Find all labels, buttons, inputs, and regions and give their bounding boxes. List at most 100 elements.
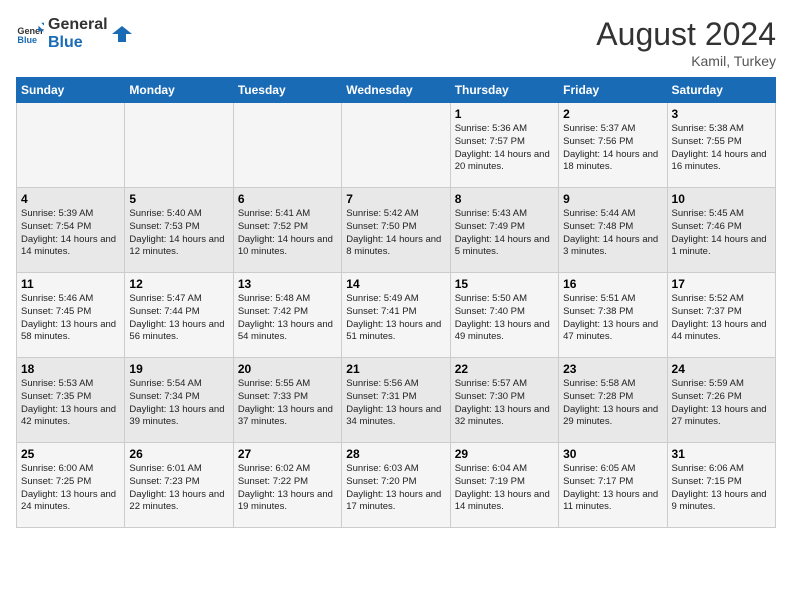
calendar-cell: 28 Sunrise: 6:03 AM Sunset: 7:20 PM Dayli… [342, 443, 450, 528]
calendar-cell [17, 103, 125, 188]
day-number: 28 [346, 447, 445, 461]
day-number: 21 [346, 362, 445, 376]
day-info: Sunrise: 6:04 AM Sunset: 7:19 PM Dayligh… [455, 463, 554, 514]
day-number: 5 [129, 192, 228, 206]
day-info: Sunrise: 5:40 AM Sunset: 7:53 PM Dayligh… [129, 208, 228, 259]
day-info: Sunrise: 6:00 AM Sunset: 7:25 PM Dayligh… [21, 463, 120, 514]
calendar-cell: 23 Sunrise: 5:58 AM Sunset: 7:28 PM Dayli… [559, 358, 667, 443]
calendar-cell: 31Sunrise: 6:06 AM Sunset: 7:15 PM Dayli… [667, 443, 775, 528]
day-info: Sunrise: 5:52 AM Sunset: 7:37 PM Dayligh… [672, 293, 771, 344]
day-info: Sunrise: 6:03 AM Sunset: 7:20 PM Dayligh… [346, 463, 445, 514]
calendar-cell: 27Sunrise: 6:02 AM Sunset: 7:22 PM Dayli… [233, 443, 341, 528]
week-row-3: 11 Sunrise: 5:46 AM Sunset: 7:45 PM Dayli… [17, 273, 776, 358]
weekday-header-thursday: Thursday [450, 78, 558, 103]
day-info: Sunrise: 5:44 AM Sunset: 7:48 PM Dayligh… [563, 208, 662, 259]
page-header: General Blue General Blue August 2024 Ka… [16, 16, 776, 69]
calendar-cell [342, 103, 450, 188]
day-number: 29 [455, 447, 554, 461]
weekday-header-row: SundayMondayTuesdayWednesdayThursdayFrid… [17, 78, 776, 103]
calendar-cell: 30 Sunrise: 6:05 AM Sunset: 7:17 PM Dayli… [559, 443, 667, 528]
day-info: Sunrise: 5:37 AM Sunset: 7:56 PM Dayligh… [563, 123, 662, 174]
week-row-5: 25 Sunrise: 6:00 AM Sunset: 7:25 PM Dayli… [17, 443, 776, 528]
day-number: 25 [21, 447, 120, 461]
day-info: Sunrise: 5:57 AM Sunset: 7:30 PM Dayligh… [455, 378, 554, 429]
calendar-cell: 16Sunrise: 5:51 AM Sunset: 7:38 PM Dayli… [559, 273, 667, 358]
day-number: 24 [672, 362, 771, 376]
calendar-cell: 20Sunrise: 5:55 AM Sunset: 7:33 PM Dayli… [233, 358, 341, 443]
day-info: Sunrise: 6:05 AM Sunset: 7:17 PM Dayligh… [563, 463, 662, 514]
calendar-cell: 15 Sunrise: 5:50 AM Sunset: 7:40 PM Dayli… [450, 273, 558, 358]
calendar-cell: 13Sunrise: 5:48 AM Sunset: 7:42 PM Dayli… [233, 273, 341, 358]
day-info: Sunrise: 5:36 AM Sunset: 7:57 PM Dayligh… [455, 123, 554, 174]
day-info: Sunrise: 5:58 AM Sunset: 7:28 PM Dayligh… [563, 378, 662, 429]
svg-text:Blue: Blue [17, 35, 37, 45]
calendar-cell: 11 Sunrise: 5:46 AM Sunset: 7:45 PM Dayli… [17, 273, 125, 358]
logo-text: General [48, 16, 108, 34]
calendar-cell: 19Sunrise: 5:54 AM Sunset: 7:34 PM Dayli… [125, 358, 233, 443]
day-number: 2 [563, 107, 662, 121]
day-number: 10 [672, 192, 771, 206]
calendar-cell: 22Sunrise: 5:57 AM Sunset: 7:30 PM Dayli… [450, 358, 558, 443]
day-number: 3 [672, 107, 771, 121]
day-number: 30 [563, 447, 662, 461]
weekday-header-sunday: Sunday [17, 78, 125, 103]
calendar-cell: 12 Sunrise: 5:47 AM Sunset: 7:44 PM Dayli… [125, 273, 233, 358]
calendar-cell: 29 Sunrise: 6:04 AM Sunset: 7:19 PM Dayli… [450, 443, 558, 528]
calendar-cell: 25 Sunrise: 6:00 AM Sunset: 7:25 PM Dayli… [17, 443, 125, 528]
day-number: 1 [455, 107, 554, 121]
day-number: 15 [455, 277, 554, 291]
day-number: 4 [21, 192, 120, 206]
day-number: 9 [563, 192, 662, 206]
day-number: 12 [129, 277, 228, 291]
day-info: Sunrise: 5:45 AM Sunset: 7:46 PM Dayligh… [672, 208, 771, 259]
day-info: Sunrise: 5:46 AM Sunset: 7:45 PM Dayligh… [21, 293, 120, 344]
day-info: Sunrise: 5:59 AM Sunset: 7:26 PM Dayligh… [672, 378, 771, 429]
weekday-header-friday: Friday [559, 78, 667, 103]
day-number: 11 [21, 277, 120, 291]
calendar-cell: 4 Sunrise: 5:39 AM Sunset: 7:54 PM Daylig… [17, 188, 125, 273]
day-info: Sunrise: 5:41 AM Sunset: 7:52 PM Dayligh… [238, 208, 337, 259]
calendar-cell: 21 Sunrise: 5:56 AM Sunset: 7:31 PM Dayli… [342, 358, 450, 443]
weekday-header-monday: Monday [125, 78, 233, 103]
weekday-header-saturday: Saturday [667, 78, 775, 103]
day-number: 8 [455, 192, 554, 206]
day-number: 26 [129, 447, 228, 461]
day-info: Sunrise: 5:38 AM Sunset: 7:55 PM Dayligh… [672, 123, 771, 174]
day-number: 18 [21, 362, 120, 376]
day-info: Sunrise: 5:47 AM Sunset: 7:44 PM Dayligh… [129, 293, 228, 344]
day-info: Sunrise: 5:51 AM Sunset: 7:38 PM Dayligh… [563, 293, 662, 344]
day-info: Sunrise: 5:53 AM Sunset: 7:35 PM Dayligh… [21, 378, 120, 429]
logo-blue-text: Blue [48, 34, 108, 52]
calendar-cell: 24 Sunrise: 5:59 AM Sunset: 7:26 PM Dayli… [667, 358, 775, 443]
logo-icon: General Blue [16, 20, 44, 48]
calendar-cell: 26Sunrise: 6:01 AM Sunset: 7:23 PM Dayli… [125, 443, 233, 528]
day-info: Sunrise: 5:49 AM Sunset: 7:41 PM Dayligh… [346, 293, 445, 344]
calendar-cell: 9 Sunrise: 5:44 AM Sunset: 7:48 PM Daylig… [559, 188, 667, 273]
location-subtitle: Kamil, Turkey [596, 53, 776, 69]
day-info: Sunrise: 6:02 AM Sunset: 7:22 PM Dayligh… [238, 463, 337, 514]
calendar-cell: 14Sunrise: 5:49 AM Sunset: 7:41 PM Dayli… [342, 273, 450, 358]
calendar-cell: 18 Sunrise: 5:53 AM Sunset: 7:35 PM Dayli… [17, 358, 125, 443]
day-number: 23 [563, 362, 662, 376]
calendar-cell [233, 103, 341, 188]
calendar-cell: 7Sunrise: 5:42 AM Sunset: 7:50 PM Daylig… [342, 188, 450, 273]
day-info: Sunrise: 5:56 AM Sunset: 7:31 PM Dayligh… [346, 378, 445, 429]
calendar-cell: 6Sunrise: 5:41 AM Sunset: 7:52 PM Daylig… [233, 188, 341, 273]
calendar-table: SundayMondayTuesdayWednesdayThursdayFrid… [16, 77, 776, 528]
day-info: Sunrise: 6:06 AM Sunset: 7:15 PM Dayligh… [672, 463, 771, 514]
day-info: Sunrise: 5:42 AM Sunset: 7:50 PM Dayligh… [346, 208, 445, 259]
day-number: 20 [238, 362, 337, 376]
day-number: 19 [129, 362, 228, 376]
calendar-cell: 1 Sunrise: 5:36 AM Sunset: 7:57 PM Daylig… [450, 103, 558, 188]
day-info: Sunrise: 5:39 AM Sunset: 7:54 PM Dayligh… [21, 208, 120, 259]
logo: General Blue General Blue [16, 16, 132, 51]
calendar-cell: 17Sunrise: 5:52 AM Sunset: 7:37 PM Dayli… [667, 273, 775, 358]
weekday-header-wednesday: Wednesday [342, 78, 450, 103]
calendar-cell [125, 103, 233, 188]
calendar-cell: 8Sunrise: 5:43 AM Sunset: 7:49 PM Daylig… [450, 188, 558, 273]
title-block: August 2024 Kamil, Turkey [596, 16, 776, 69]
week-row-4: 18 Sunrise: 5:53 AM Sunset: 7:35 PM Dayli… [17, 358, 776, 443]
calendar-cell: 3 Sunrise: 5:38 AM Sunset: 7:55 PM Daylig… [667, 103, 775, 188]
logo-bird-icon [112, 24, 132, 44]
day-info: Sunrise: 5:50 AM Sunset: 7:40 PM Dayligh… [455, 293, 554, 344]
